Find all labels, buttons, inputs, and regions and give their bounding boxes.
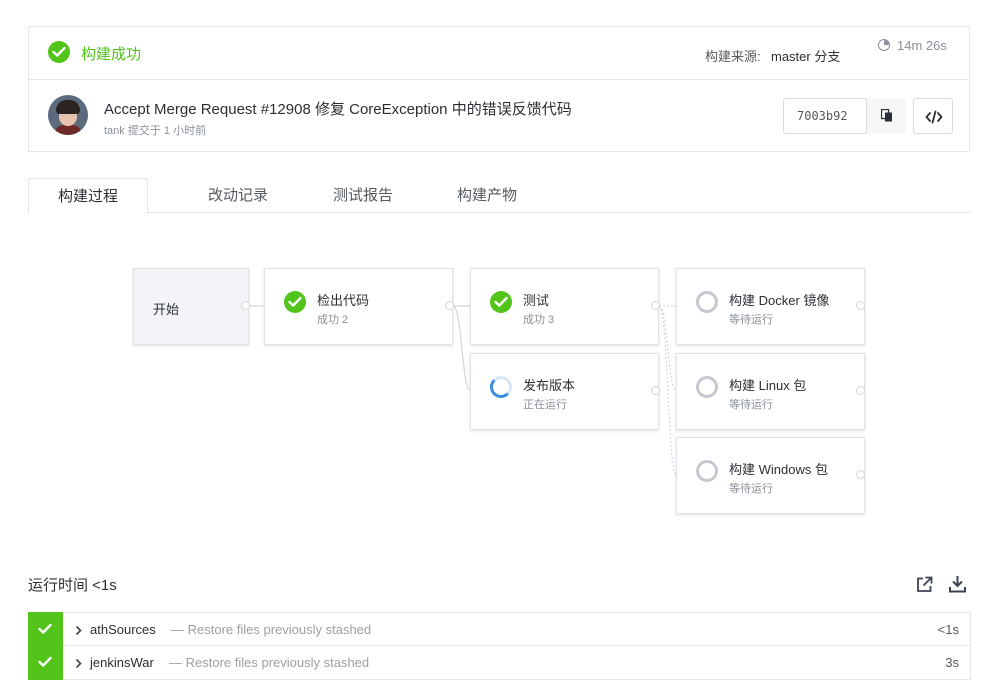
tab-artifacts[interactable]: 构建产物 [452, 178, 522, 213]
copy-hash-button[interactable] [866, 98, 906, 134]
commit-hash[interactable]: 7003b92 [797, 109, 848, 123]
stage-name: 构建 Docker 镜像 [729, 293, 830, 308]
connector-port [651, 301, 660, 310]
check-circle-icon [284, 291, 306, 313]
tab-changes[interactable]: 改动记录 [203, 178, 273, 213]
chevron-right-icon[interactable] [75, 625, 82, 636]
stage-docker[interactable]: 构建 Docker 镜像 等待运行 [676, 268, 865, 345]
stage-status: 成功 2 [317, 314, 349, 326]
step-description: — Restore files previously stashed [169, 655, 370, 670]
stage-windows[interactable]: 构建 Windows 包 等待运行 [676, 437, 865, 514]
build-status-card: 构建成功 构建来源: master 分支 14m 26s Accept Merg… [28, 26, 970, 152]
avatar[interactable] [48, 95, 88, 135]
view-code-button[interactable] [913, 98, 953, 134]
stage-status: 等待运行 [729, 314, 773, 326]
check-icon [28, 645, 63, 680]
build-duration: 14m 26s [897, 38, 947, 53]
check-icon [28, 612, 63, 647]
connector-port [856, 470, 865, 479]
build-source-label: 构建来源: [705, 49, 761, 64]
connector-port [241, 301, 250, 310]
commit-hash-box: 7003b92 [783, 98, 906, 134]
stage-test[interactable]: 测试 成功 3 [470, 268, 660, 345]
stage-status: 等待运行 [729, 399, 773, 411]
step-name: athSources [90, 622, 156, 637]
stage-release[interactable]: 发布版本 正在运行 [470, 353, 660, 430]
status-row: 构建成功 构建来源: master 分支 14m 26s [29, 27, 969, 80]
step-duration: 3s [945, 655, 959, 670]
stage-name: 构建 Linux 包 [729, 378, 807, 393]
check-circle-icon [490, 291, 512, 313]
stage-name: 构建 Windows 包 [729, 462, 828, 477]
stage-status: 等待运行 [729, 483, 773, 495]
connector-port [651, 386, 660, 395]
step-duration: <1s [937, 622, 959, 637]
download-icon[interactable] [949, 575, 966, 593]
chevron-right-icon[interactable] [75, 658, 82, 669]
stage-name: 开始 [153, 302, 180, 317]
clock-icon [878, 39, 890, 51]
pending-circle-icon [696, 460, 718, 482]
step-row[interactable]: athSources — Restore files previously st… [28, 612, 971, 647]
check-circle-icon [48, 41, 70, 63]
pending-circle-icon [696, 291, 718, 313]
stage-name: 发布版本 [523, 378, 576, 393]
code-icon [925, 110, 943, 124]
connector-port [445, 301, 454, 310]
step-list: athSources — Restore files previously st… [28, 612, 971, 680]
step-description: — Restore files previously stashed [171, 622, 372, 637]
connector-port [856, 301, 865, 310]
step-name: jenkinsWar [90, 655, 154, 670]
spinner-icon [490, 376, 512, 398]
external-link-icon[interactable] [916, 576, 933, 593]
commit-row: Accept Merge Request #12908 修复 CoreExcep… [29, 81, 969, 151]
commit-author[interactable]: tank [104, 125, 125, 137]
stage-name: 测试 [523, 293, 550, 308]
stage-status: 正在运行 [523, 399, 567, 411]
step-row[interactable]: jenkinsWar — Restore files previously st… [28, 645, 971, 680]
commit-title[interactable]: Accept Merge Request #12908 修复 CoreExcep… [104, 98, 572, 119]
pipeline-graph: 开始 检出代码 成功 2 测试 成功 3 发布版本 正在运行 构建 Docker… [0, 250, 1000, 530]
stage-status: 成功 3 [523, 314, 555, 326]
connector-port [856, 386, 865, 395]
tab-build-process[interactable]: 构建过程 [28, 178, 148, 214]
runtime-title: 运行时间 <1s [28, 577, 117, 594]
build-source-branch[interactable]: master 分支 [771, 46, 840, 65]
commit-time: 提交于 1 小时前 [127, 125, 207, 137]
build-tabs: 构建过程 改动记录 测试报告 构建产物 [28, 178, 971, 214]
stage-checkout[interactable]: 检出代码 成功 2 [264, 268, 454, 345]
pending-circle-icon [696, 376, 718, 398]
pipeline-start: 开始 [133, 268, 250, 345]
stage-name: 检出代码 [317, 293, 370, 308]
copy-icon [881, 109, 892, 122]
tab-test-report[interactable]: 测试报告 [328, 178, 398, 213]
build-status-text: 构建成功 [81, 46, 142, 63]
commit-meta: tank 提交于 1 小时前 [104, 122, 206, 138]
stage-linux[interactable]: 构建 Linux 包 等待运行 [676, 353, 865, 430]
